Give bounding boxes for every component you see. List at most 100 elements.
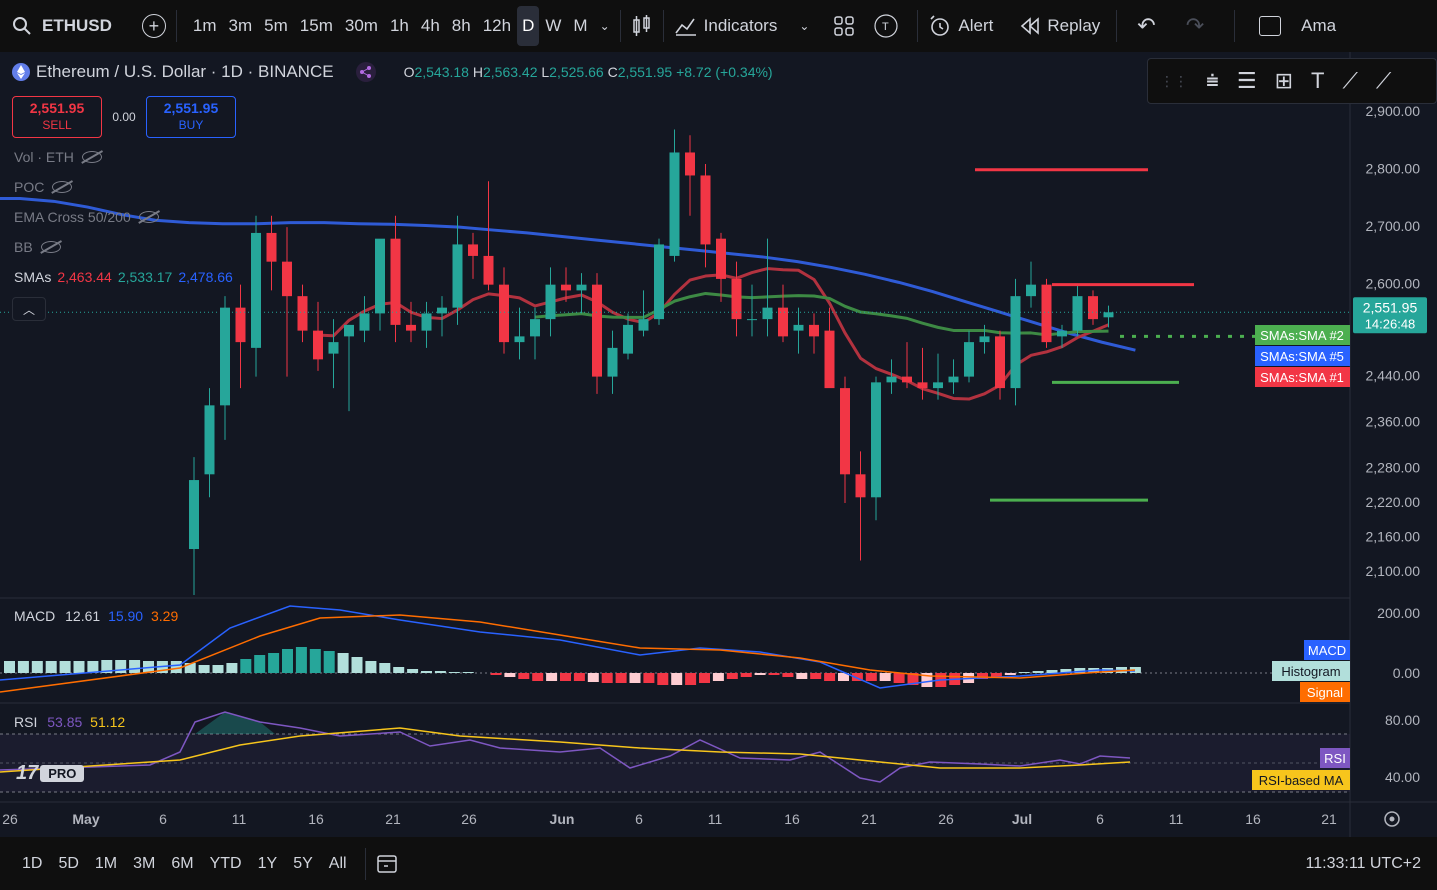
drag-handle-icon[interactable]: ⋮⋮	[1160, 73, 1188, 90]
trend-tools-icon[interactable]: ⩧	[1206, 68, 1219, 94]
timeframe-D[interactable]: D	[517, 6, 540, 46]
candle-body	[530, 319, 540, 337]
indicator-bb[interactable]: BB	[14, 239, 61, 255]
rsi-legend: RSI 53.85 51.12	[14, 714, 126, 730]
candle-body	[189, 480, 199, 550]
bottom-toolbar: 1D 5D 1M 3M 6M YTD 1Y 5Y All 11:33:11 UTC+2	[0, 837, 1437, 890]
macd-histogram-bar	[740, 673, 752, 677]
tradingview-logo[interactable]: 17 PRO	[16, 762, 85, 784]
fib-tools-icon[interactable]: ☰	[1237, 68, 1257, 94]
candle-body	[576, 284, 587, 291]
indicators-button[interactable]: Indicators ⌄	[674, 0, 809, 52]
range-YTD[interactable]: YTD	[202, 855, 250, 873]
macd-histogram-bar	[295, 647, 307, 673]
timeframe-1m[interactable]: 1m	[187, 6, 223, 46]
chart-area[interactable]: 200.00 0.00 MACD Histogram Signal 80.00 40.00…	[0, 52, 1437, 837]
macd-histogram-bar	[268, 653, 280, 673]
range-5Y[interactable]: 5Y	[285, 855, 321, 873]
templates-icon[interactable]: T	[873, 13, 899, 39]
sell-button[interactable]: 2,551.95 SELL	[12, 96, 102, 138]
candle-body	[359, 313, 370, 331]
price-tick-label: 2,360.00	[1366, 414, 1421, 430]
collapse-legend-button[interactable]: ︿	[12, 297, 46, 321]
time-tick-label: 6	[635, 811, 643, 827]
price-tick-label: 2,700.00	[1366, 218, 1421, 234]
chevron-down-icon[interactable]: ⌄	[600, 19, 610, 33]
range-1Y[interactable]: 1Y	[250, 855, 286, 873]
price-tick-label: 2,440.00	[1366, 368, 1421, 384]
sma-green-line	[534, 291, 1109, 337]
timeframe-W[interactable]: W	[539, 6, 567, 46]
fullscreen-icon[interactable]	[1259, 16, 1282, 36]
indicator-ema-cross[interactable]: EMA Cross 50/200	[14, 209, 159, 225]
divider	[917, 10, 919, 42]
macd-histogram-bar	[421, 671, 432, 673]
range-3M[interactable]: 3M	[125, 855, 163, 873]
candle-body	[1041, 284, 1052, 343]
replay-button[interactable]: Replay	[1019, 0, 1100, 52]
timeframe-M[interactable]: M	[567, 6, 593, 46]
macd-histogram-bar	[4, 661, 15, 673]
time-tick-label: 11	[708, 811, 723, 827]
eye-hidden-icon[interactable]	[81, 151, 102, 163]
buy-button[interactable]: 2,551.95 BUY	[146, 96, 236, 138]
alert-button[interactable]: Alert	[928, 0, 993, 52]
range-All[interactable]: All	[321, 855, 355, 873]
range-1D[interactable]: 1D	[14, 855, 50, 873]
rsi-ma-value: 51.12	[90, 714, 126, 730]
range-1M[interactable]: 1M	[87, 855, 125, 873]
rewind-icon	[1021, 17, 1040, 35]
chevron-down-icon[interactable]: ⌄	[799, 19, 809, 33]
timeframe-5m[interactable]: 5m	[258, 6, 294, 46]
more-tools-icon[interactable]: ⟋	[1376, 68, 1391, 94]
timeframe-8h[interactable]: 8h	[446, 6, 477, 46]
eye-hidden-icon[interactable]	[40, 241, 61, 253]
eye-hidden-icon[interactable]	[52, 181, 73, 193]
timeframe-3m[interactable]: 3m	[223, 6, 259, 46]
layouts-icon[interactable]	[833, 15, 855, 37]
data-source-icon[interactable]	[355, 62, 376, 82]
price-tick-label: 2,800.00	[1366, 161, 1421, 177]
macd-histogram-bar	[712, 673, 724, 681]
indicator-poc[interactable]: POC	[14, 179, 73, 195]
timeframe-4h[interactable]: 4h	[415, 6, 446, 46]
timeframe-30m[interactable]: 30m	[339, 6, 384, 46]
range-6M[interactable]: 6M	[163, 855, 201, 873]
account-label[interactable]: Ama	[1301, 16, 1336, 36]
undo-icon[interactable]: ↶	[1137, 13, 1155, 39]
timeframe-1h[interactable]: 1h	[384, 6, 415, 46]
compare-symbol-button[interactable]: +	[141, 14, 166, 38]
calendar-goto-icon[interactable]	[376, 852, 400, 876]
clock[interactable]: 11:33:11 UTC+2	[1306, 837, 1421, 890]
macd-histogram-bar	[518, 673, 530, 679]
macd-histogram-bar	[796, 673, 808, 679]
macd-histogram-bar	[824, 673, 836, 681]
measure-icon[interactable]: ⊞	[1275, 68, 1293, 94]
indicator-smas[interactable]: SMAs 2,463.44 2,533.17 2,478.66	[14, 269, 233, 285]
time-tick-label: 11	[232, 811, 247, 827]
macd-histogram-bar	[379, 663, 391, 673]
eye-hidden-icon[interactable]	[138, 211, 159, 223]
redo-icon[interactable]: ↷	[1186, 13, 1204, 39]
macd-histogram-bar	[17, 661, 29, 673]
chart-canvas[interactable]: 200.00 0.00 MACD Histogram Signal 80.00 40.00…	[0, 52, 1437, 837]
timeframe-15m[interactable]: 15m	[294, 6, 339, 46]
candle-type-icon[interactable]	[631, 14, 653, 38]
symbol-search[interactable]: ETHUSD	[0, 0, 112, 52]
indicator-vol[interactable]: Vol · ETH	[14, 149, 102, 165]
timeframe-12h[interactable]: 12h	[477, 6, 517, 46]
top-toolbar: ETHUSD + 1m 3m 5m 15m 30m 1h 4h 8h 12h D W M ⌄ Indi…	[0, 0, 1437, 52]
divider	[619, 10, 621, 42]
macd-histogram-bar	[240, 659, 252, 673]
legend-title[interactable]: Ethereum / U.S. Dollar · 1D · BINANCE	[36, 62, 334, 82]
time-tick-label: 26	[461, 811, 477, 827]
candle-body	[933, 382, 943, 389]
macd-histogram-bar	[893, 673, 905, 683]
brush-icon[interactable]: ⟋	[1342, 68, 1357, 94]
divider	[364, 847, 366, 880]
macd-histogram-bar	[879, 673, 891, 681]
range-5D[interactable]: 5D	[50, 855, 86, 873]
text-tool-icon[interactable]: T	[1311, 68, 1324, 94]
time-tick-label: 6	[1096, 811, 1104, 827]
open-value: 2,543.18	[414, 64, 469, 80]
